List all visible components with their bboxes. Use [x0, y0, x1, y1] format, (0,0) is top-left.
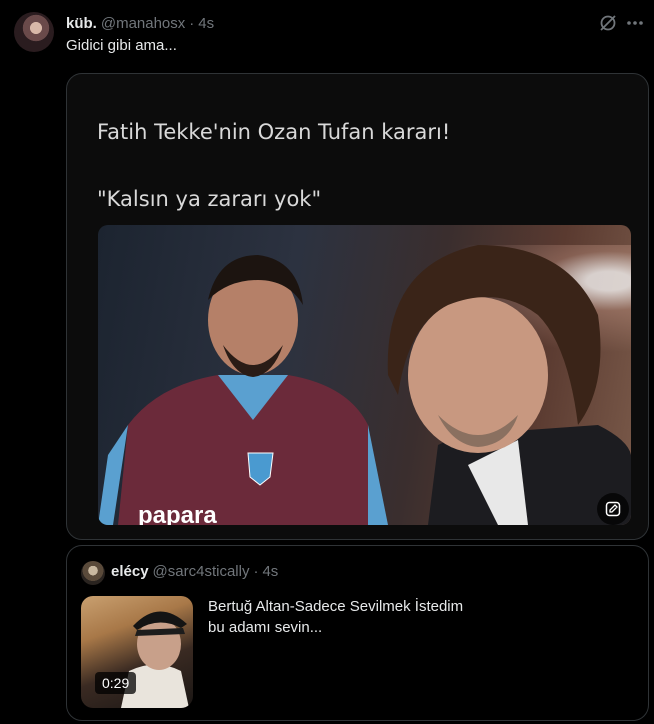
avatar[interactable]	[14, 12, 54, 52]
quoted-separator: ·	[253, 563, 259, 580]
user-handle[interactable]: @manahosx	[101, 15, 185, 32]
quoted-video-thumbnail[interactable]: 0:29	[81, 596, 193, 708]
tweet-media[interactable]: Fatih Tekke'nin Ozan Tufan kararı! "Kals…	[66, 73, 649, 540]
media-quote-text: "Kalsın ya zararı yok"	[97, 187, 322, 211]
quoted-tweet-card[interactable]: elécy @sarc4stically · 4s 0:29 Bertuğ Al…	[66, 545, 649, 721]
media-photo[interactable]: papara	[98, 225, 631, 525]
quoted-tweet-header: elécy @sarc4stically · 4s	[111, 563, 278, 580]
timestamp[interactable]: 4s	[198, 15, 214, 32]
svg-text:papara: papara	[138, 502, 217, 525]
tweet-text: Gidici gibi ama...	[66, 37, 177, 54]
more-icon[interactable]	[624, 13, 646, 33]
quoted-user-handle: @sarc4stically	[152, 563, 250, 580]
quoted-timestamp: 4s	[262, 563, 279, 580]
quoted-text-line: Bertuğ Altan-Sadece Sevilmek İstedim	[208, 598, 464, 615]
tweet-header: küb. @manahosx · 4s	[66, 12, 214, 34]
separator: ·	[189, 14, 195, 32]
edit-media-icon[interactable]	[597, 493, 629, 525]
quoted-display-name: elécy	[111, 563, 149, 580]
quoted-text-line: bu adamı sevin...	[208, 619, 323, 636]
video-duration: 0:29	[95, 672, 137, 694]
display-name[interactable]: küb.	[66, 15, 97, 32]
quoted-avatar[interactable]	[81, 561, 105, 585]
grok-icon[interactable]	[598, 13, 618, 33]
quoted-tweet-text: Bertuğ Altan-Sadece Sevilmek İstedim bu …	[208, 596, 528, 638]
media-title-text: Fatih Tekke'nin Ozan Tufan kararı!	[97, 120, 451, 144]
photo-illustration: papara	[98, 245, 631, 525]
